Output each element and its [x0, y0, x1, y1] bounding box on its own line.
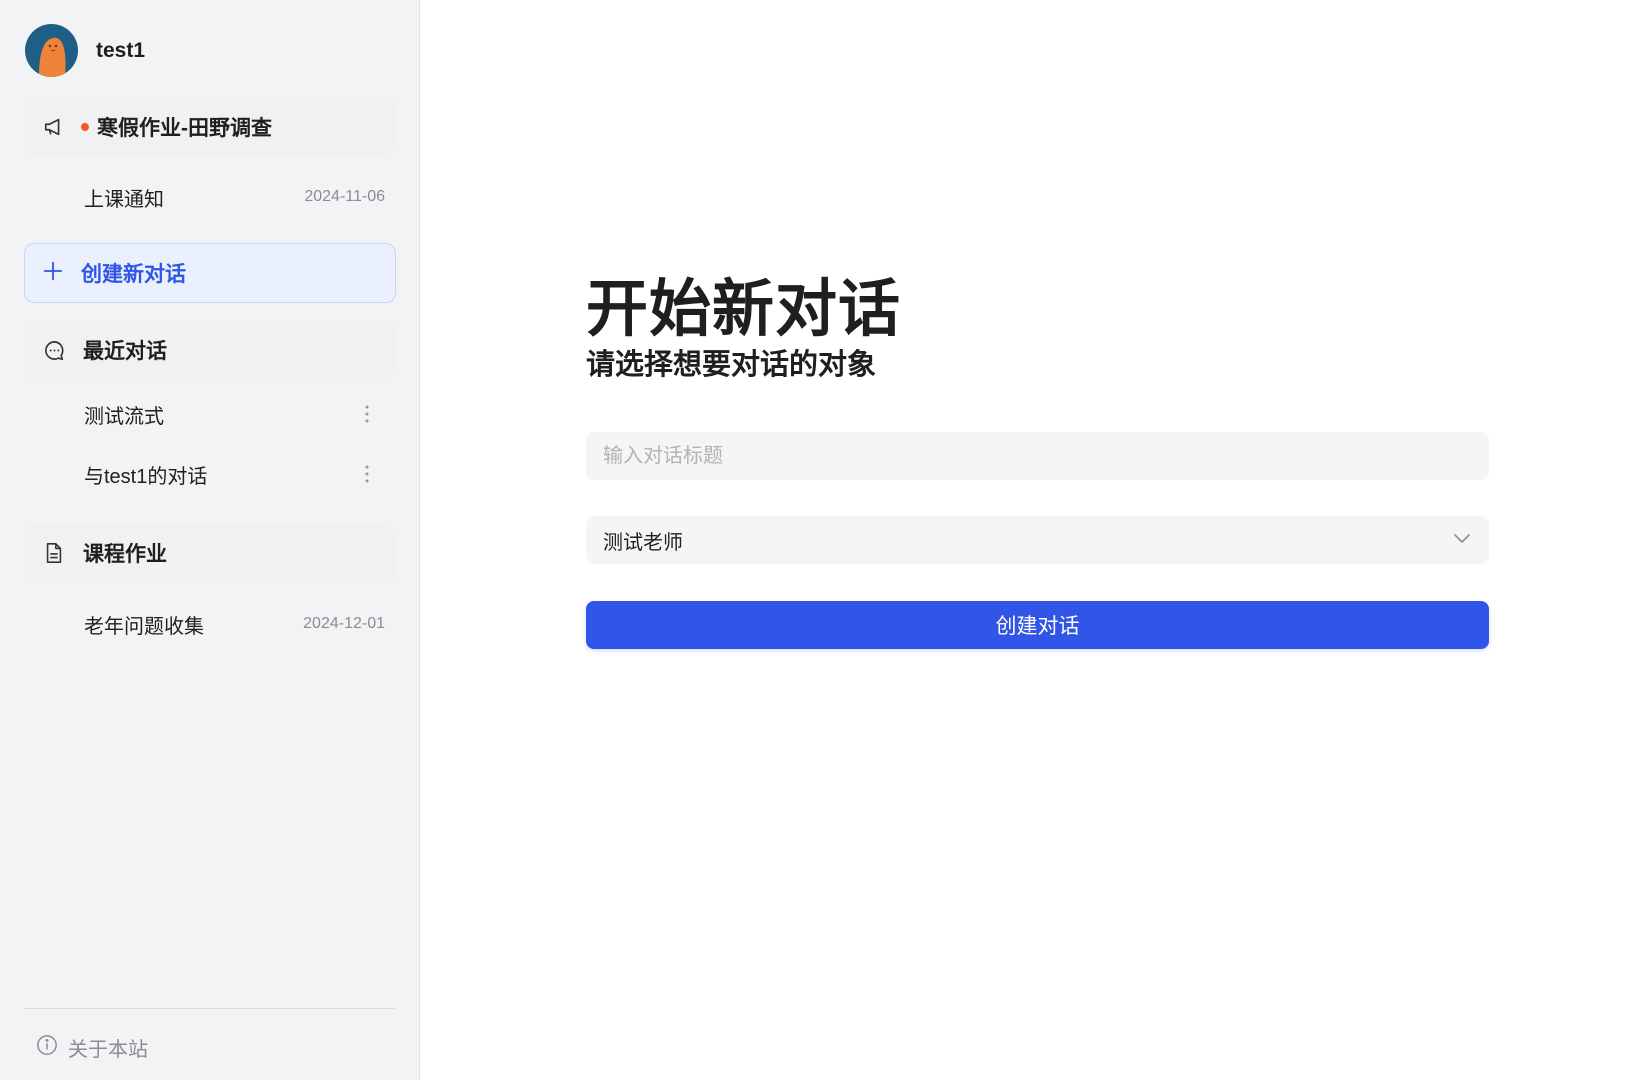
create-conversation-submit-button[interactable]: 创建对话 — [586, 601, 1489, 649]
username: test1 — [96, 38, 146, 62]
page-title: 开始新对话 — [586, 275, 902, 344]
target-select[interactable]: 测试老师 — [586, 516, 1489, 564]
info-icon — [36, 1034, 58, 1061]
about-link[interactable]: 关于本站 — [36, 1033, 148, 1062]
sidebar: test1 寒假作业-田野调查 上课通知 2024-11-06 创建新对话 最近… — [0, 0, 420, 1080]
page-subtitle: 请选择想要对话的对象 — [586, 349, 877, 381]
chat-bubble-icon — [42, 338, 66, 362]
unread-dot — [81, 123, 89, 131]
homework-date: 2024-12-01 — [303, 615, 385, 632]
chevron-down-icon — [1453, 531, 1471, 549]
conversation-item[interactable]: 测试流式 — [25, 389, 395, 439]
homework-item[interactable]: 老年问题收集 2024-12-01 — [25, 599, 395, 649]
recent-conversations-label: 最近对话 — [83, 340, 167, 363]
announcement-item[interactable]: 寒假作业-田野调查 — [25, 98, 395, 156]
create-conversation-button[interactable]: 创建新对话 — [24, 243, 396, 303]
megaphone-icon — [42, 115, 66, 139]
sidebar-divider — [25, 1008, 395, 1009]
document-icon — [42, 541, 66, 565]
about-label: 关于本站 — [68, 1039, 148, 1061]
target-select-value: 测试老师 — [603, 531, 683, 554]
create-conversation-label: 创建新对话 — [81, 263, 186, 286]
notice-item[interactable]: 上课通知 2024-11-06 — [25, 172, 395, 222]
more-vertical-icon[interactable] — [357, 404, 377, 424]
notice-date: 2024-11-06 — [304, 188, 385, 205]
conversation-title: 测试流式 — [84, 405, 164, 428]
conversation-item[interactable]: 与test1的对话 — [25, 449, 395, 499]
homework-label: 课程作业 — [83, 543, 167, 566]
conversation-title: 与test1的对话 — [84, 465, 208, 488]
recent-conversations-header: 最近对话 — [25, 321, 395, 379]
avatar — [25, 24, 78, 77]
homework-title: 老年问题收集 — [84, 615, 204, 638]
more-vertical-icon[interactable] — [357, 464, 377, 484]
announcement-label: 寒假作业-田野调查 — [97, 117, 272, 140]
user-profile[interactable]: test1 — [25, 24, 145, 77]
conversation-title-input[interactable] — [586, 432, 1489, 480]
notice-title: 上课通知 — [84, 188, 164, 211]
plus-icon — [42, 260, 64, 287]
homework-header: 课程作业 — [25, 524, 395, 582]
